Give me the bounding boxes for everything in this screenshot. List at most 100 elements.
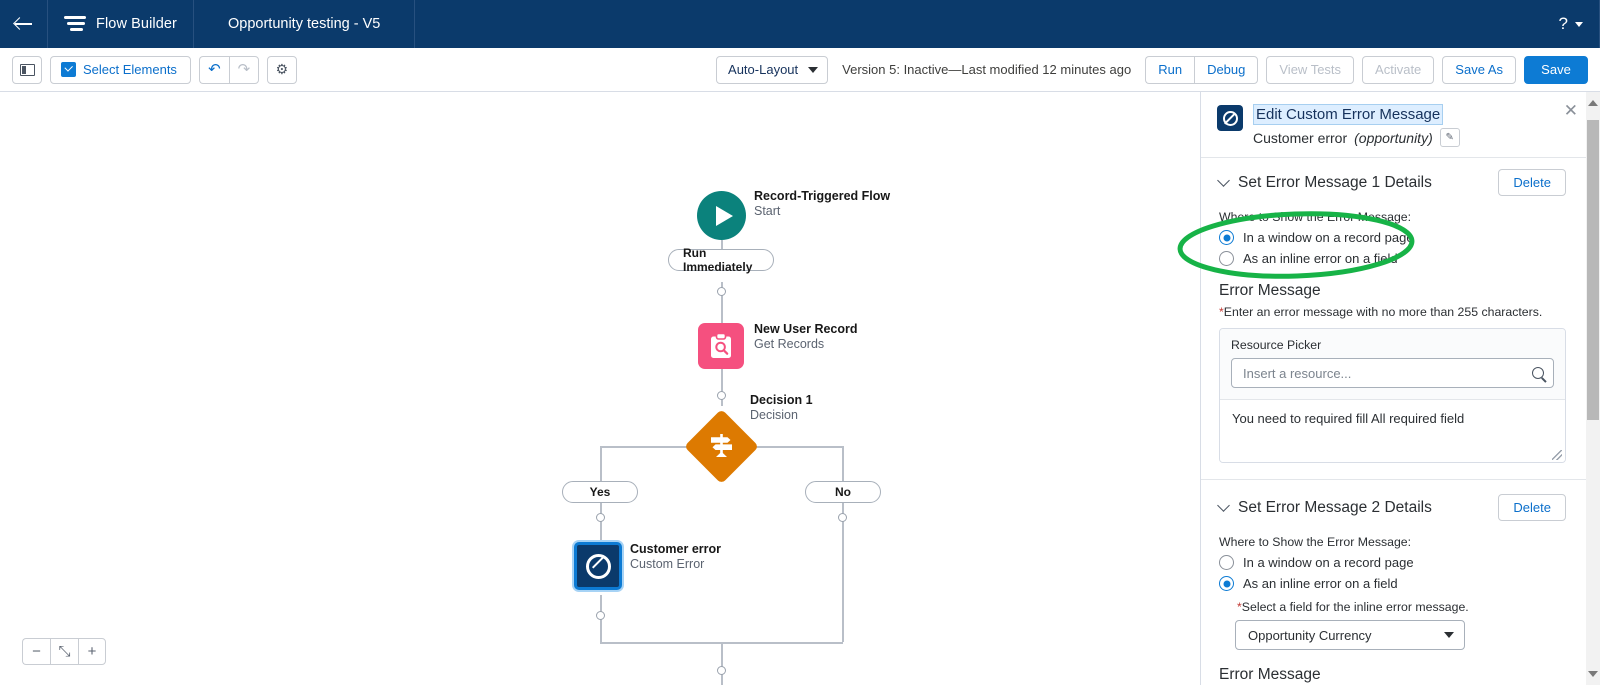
radio-inline-2-input[interactable] bbox=[1219, 576, 1234, 591]
panel-element-icon bbox=[1217, 105, 1243, 131]
delete-error-message-1-button[interactable]: Delete bbox=[1498, 169, 1566, 196]
radio-inline-1[interactable]: As an inline error on a field bbox=[1219, 251, 1566, 266]
zoom-fit-button[interactable]: ⤡ bbox=[50, 638, 78, 665]
add-element-connector[interactable] bbox=[717, 287, 726, 296]
close-panel-button[interactable]: ✕ bbox=[1564, 102, 1578, 119]
node-subtitle: Get Records bbox=[754, 337, 825, 351]
panel-subtitle-name: Customer error bbox=[1253, 129, 1348, 146]
run-label: Run bbox=[1158, 62, 1183, 77]
resource-picker-input-1[interactable]: Insert a resource... bbox=[1231, 358, 1554, 388]
section-1-heading: Set Error Message 1 Details bbox=[1238, 173, 1432, 191]
flow-node-custom-error[interactable] bbox=[574, 542, 622, 590]
add-element-connector[interactable] bbox=[717, 666, 726, 675]
flow-builder-brand[interactable]: Flow Builder bbox=[48, 0, 194, 48]
save-button[interactable]: Save bbox=[1524, 55, 1588, 84]
select-elements-label: Select Elements bbox=[83, 62, 177, 77]
error-message-2-section: Set Error Message 2 Details Delete Where… bbox=[1201, 480, 1586, 685]
radio-window-1[interactable]: In a window on a record page bbox=[1219, 230, 1566, 245]
inline-error-field-select[interactable]: Opportunity Currency bbox=[1235, 620, 1465, 650]
node-subtitle: Start bbox=[754, 204, 781, 218]
add-element-connector[interactable] bbox=[596, 611, 605, 620]
node-title: Record-Triggered Flow bbox=[754, 189, 891, 203]
clipboard-search-icon bbox=[711, 332, 731, 358]
layout-mode-select[interactable]: Auto-Layout bbox=[716, 55, 829, 84]
run-button[interactable]: Run bbox=[1145, 55, 1195, 84]
undo-button[interactable]: ↶ bbox=[198, 55, 229, 84]
search-icon bbox=[1532, 367, 1544, 379]
radio-inline-2[interactable]: As an inline error on a field bbox=[1219, 576, 1566, 591]
back-button[interactable] bbox=[0, 0, 48, 48]
checkbox-select-icon bbox=[61, 62, 76, 77]
header-spacer bbox=[415, 0, 1542, 48]
debug-button[interactable]: Debug bbox=[1194, 55, 1259, 84]
delete-error-message-2-button[interactable]: Delete bbox=[1498, 494, 1566, 521]
flow-node-start[interactable] bbox=[697, 191, 746, 240]
element-properties-panel: Edit Custom Error Message Customer error… bbox=[1200, 92, 1600, 685]
node-subtitle: Custom Error bbox=[630, 557, 705, 571]
chevron-down-icon bbox=[1575, 21, 1583, 27]
connector-label-run-immediately[interactable]: Run Immediately bbox=[668, 246, 774, 274]
flow-node-get-records[interactable] bbox=[698, 323, 744, 369]
resize-handle-icon[interactable] bbox=[1552, 450, 1562, 460]
chevron-down-icon bbox=[1217, 499, 1230, 512]
scroll-up-button[interactable] bbox=[1586, 95, 1600, 111]
radio-window-2[interactable]: In a window on a record page bbox=[1219, 555, 1566, 570]
view-tests-button: View Tests bbox=[1266, 55, 1355, 84]
help-menu-button[interactable]: ? bbox=[1543, 0, 1600, 48]
add-element-connector[interactable] bbox=[838, 513, 847, 522]
section-header: Set Error Message 2 Details Delete bbox=[1217, 494, 1566, 521]
node-title: Decision 1 bbox=[750, 393, 813, 407]
connector-label-yes[interactable]: Yes bbox=[562, 481, 638, 503]
chevron-down-icon bbox=[1444, 632, 1454, 638]
redo-icon: ↷ bbox=[237, 61, 251, 78]
help-text: Select a field for the inline error mess… bbox=[1241, 600, 1469, 614]
resource-picker-label-1: Resource Picker bbox=[1231, 338, 1322, 352]
version-status-label: Version 5: Inactive—Last modified 12 min… bbox=[842, 62, 1132, 77]
connector-label-text: Run Immediately bbox=[683, 246, 753, 274]
radio-inline-1-input[interactable] bbox=[1219, 251, 1234, 266]
scrollbar-thumb[interactable] bbox=[1587, 120, 1599, 420]
flow-node-start-label: Record-Triggered Flow Start bbox=[754, 189, 890, 219]
connector-line bbox=[600, 446, 602, 481]
add-element-connector[interactable] bbox=[717, 391, 726, 400]
panel-subtitle-api: (opportunity) bbox=[1354, 129, 1433, 146]
pencil-icon: ✎ bbox=[1445, 132, 1454, 143]
node-title: Customer error bbox=[630, 542, 721, 556]
play-triangle-icon bbox=[715, 205, 733, 226]
save-label: Save bbox=[1541, 62, 1571, 77]
flow-node-get-records-label: New User Record Get Records bbox=[754, 322, 858, 352]
node-subtitle: Decision bbox=[750, 408, 798, 422]
connector-line bbox=[601, 446, 699, 448]
add-element-connector[interactable] bbox=[596, 513, 605, 522]
flow-canvas[interactable]: Record-Triggered Flow Start Run Immediat… bbox=[0, 92, 1200, 685]
scroll-down-button[interactable] bbox=[1586, 666, 1600, 682]
connector-line bbox=[721, 642, 723, 685]
error-message-textarea-1[interactable]: You need to required fill All required f… bbox=[1220, 400, 1565, 462]
view-tests-label: View Tests bbox=[1279, 62, 1342, 77]
save-as-button[interactable]: Save As bbox=[1442, 55, 1516, 84]
radio-window-2-input[interactable] bbox=[1219, 555, 1234, 570]
save-as-label: Save As bbox=[1455, 62, 1503, 77]
section-title-wrap[interactable]: Set Error Message 2 Details bbox=[1217, 498, 1432, 517]
zoom-in-button[interactable]: + bbox=[78, 638, 106, 665]
edit-label-button[interactable]: ✎ bbox=[1439, 128, 1460, 147]
error-message-text-1: You need to required fill All required f… bbox=[1232, 411, 1465, 426]
panel-title[interactable]: Edit Custom Error Message bbox=[1253, 104, 1444, 125]
section-2-heading: Set Error Message 2 Details bbox=[1238, 498, 1432, 516]
flow-settings-button[interactable]: ⚙ bbox=[266, 55, 297, 84]
radio-window-1-input[interactable] bbox=[1219, 230, 1234, 245]
activate-label: Activate bbox=[1375, 62, 1422, 77]
zoom-controls: − ⤡ + bbox=[22, 638, 106, 665]
resource-picker-area-1: Resource Picker Insert a resource... bbox=[1220, 329, 1565, 400]
zoom-out-button[interactable]: − bbox=[22, 638, 50, 665]
select-elements-button[interactable]: Select Elements bbox=[50, 55, 191, 84]
back-arrow-icon bbox=[14, 14, 34, 34]
toggle-left-panel-button[interactable] bbox=[12, 55, 42, 84]
app-name-label: Flow Builder bbox=[96, 16, 177, 32]
delete-label: Delete bbox=[1513, 500, 1551, 515]
section-title-wrap[interactable]: Set Error Message 1 Details bbox=[1217, 173, 1432, 192]
connector-label-no[interactable]: No bbox=[805, 481, 881, 503]
panel-scrollbar[interactable] bbox=[1586, 92, 1600, 685]
node-title: New User Record bbox=[754, 322, 858, 336]
chevron-down-icon bbox=[808, 66, 819, 73]
